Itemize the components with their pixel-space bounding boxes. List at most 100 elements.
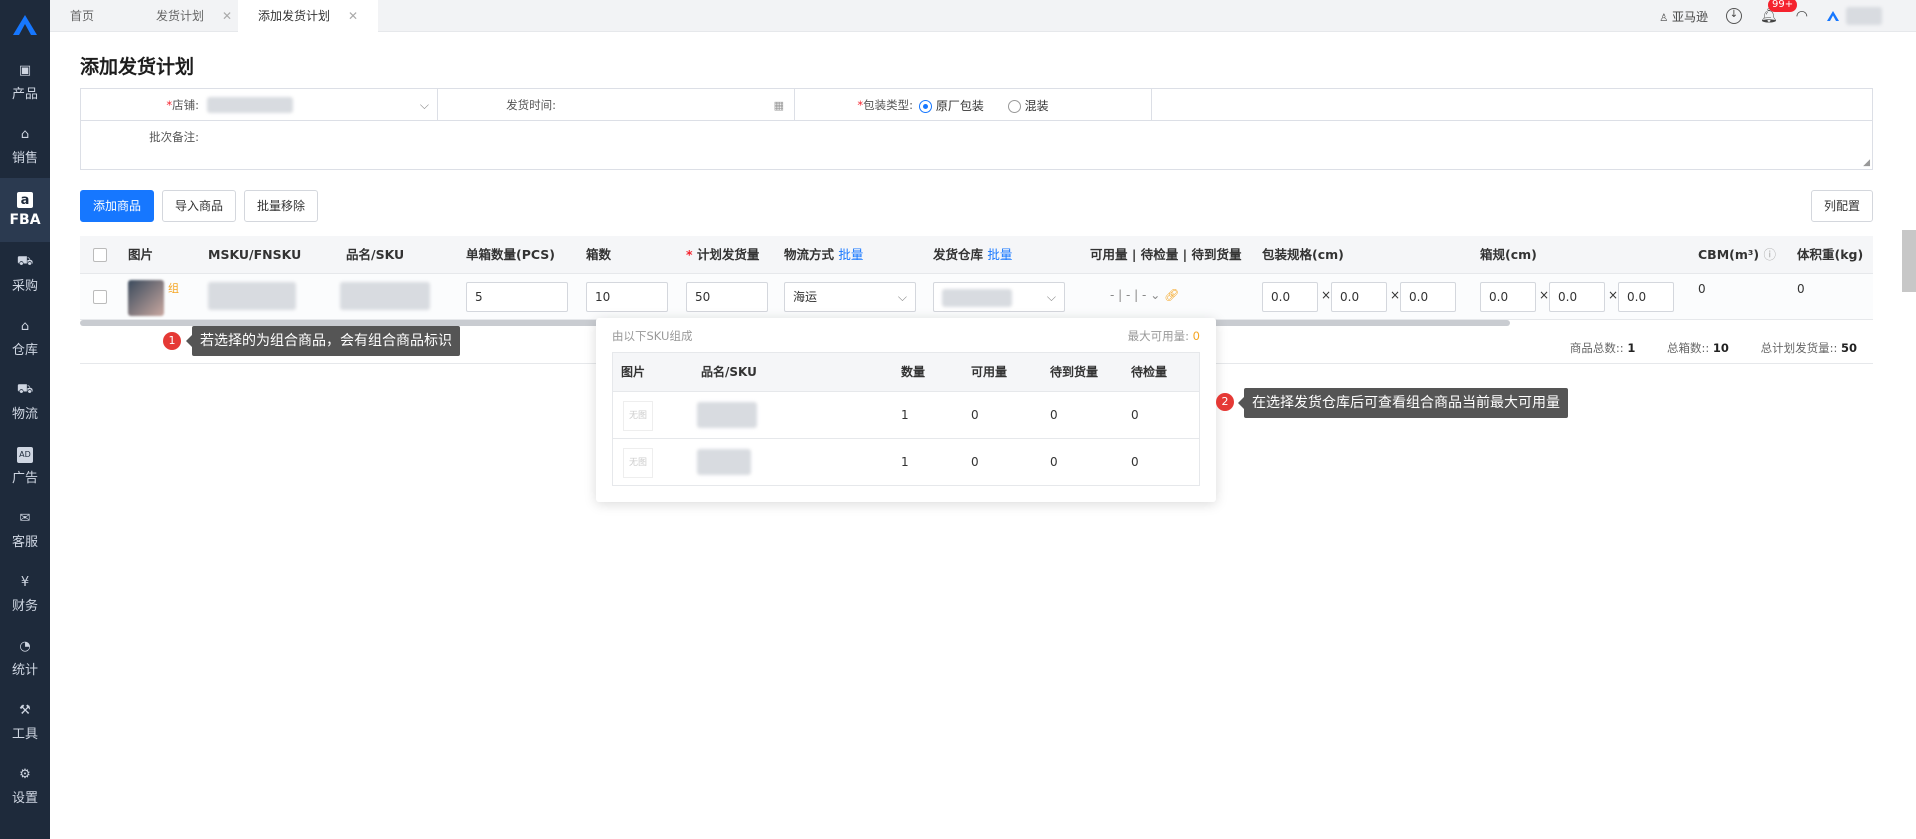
gear-icon: ⚙ <box>19 767 31 782</box>
batch-warehouse-link[interactable]: 批量 <box>987 247 1012 262</box>
pack-height-input[interactable]: 0.0 <box>1400 282 1456 312</box>
msku-redacted <box>208 282 296 310</box>
sidebar-item-amazon[interactable]: a FBA <box>0 178 50 242</box>
col-msku: MSKU/FNSKU <box>208 247 302 262</box>
bag-icon: ▣ <box>18 63 32 78</box>
col-pack-spec: 包装规格(cm) <box>1262 247 1344 262</box>
annotation-number: 2 <box>1216 393 1234 411</box>
sidebar-item-bag[interactable]: ▣ 产品 <box>0 50 50 114</box>
bell-icon[interactable]: 🔔︎ 99+ <box>1760 0 1798 24</box>
sidebar-item-pie-chart[interactable]: ◔ 统计 <box>0 626 50 690</box>
wrench-icon: ⚒ <box>19 703 31 718</box>
sidebar-item-label: 采购 <box>11 278 38 294</box>
box-height-input[interactable]: 0.0 <box>1618 282 1674 312</box>
per-box-input[interactable]: 5 <box>466 282 568 312</box>
pack-option-original[interactable]: 原厂包装 <box>919 97 984 114</box>
resize-handle-icon[interactable]: ◢ <box>1863 158 1870 168</box>
col-per-box: 单箱数量(PCS) <box>466 247 555 262</box>
warehouse-icon: ⌂ <box>20 319 30 334</box>
pack-length-input[interactable]: 0.0 <box>1262 282 1318 312</box>
sidebar-item-yen[interactable]: ¥ 财务 <box>0 562 50 626</box>
row-checkbox[interactable] <box>93 290 107 304</box>
sidebar-item-mail[interactable]: ✉ 客服 <box>0 498 50 562</box>
col-cbm: CBM(m³) ⓘ <box>1698 247 1776 262</box>
pack-width-input[interactable]: 0.0 <box>1331 282 1387 312</box>
column-config-button[interactable]: 列配置 <box>1810 190 1873 222</box>
sidebar-item-label: 设置 <box>11 790 38 806</box>
popover-header: 由以下SKU组成 最大可用量: 0 <box>612 328 1200 348</box>
chevron-down-icon: ⌵ <box>419 97 429 112</box>
radio-icon <box>1007 99 1021 113</box>
sidebar-item-wrench[interactable]: ⚒ 工具 <box>0 690 50 754</box>
sidebar-item-label: FBA <box>9 212 41 228</box>
sidebar-item-cart[interactable]: ⛟ 采购 <box>0 242 50 306</box>
product-image[interactable] <box>128 280 164 316</box>
col-incoming: 待到货量 <box>1050 365 1099 379</box>
sidebar-item-gear[interactable]: ⚙ 设置 <box>0 754 50 818</box>
col-plan-qty: * 计划发货量 <box>686 247 760 262</box>
col-image: 图片 <box>621 365 646 379</box>
warehouse-select[interactable]: ⌵ <box>933 282 1065 312</box>
col-availability: 可用量 | 待检量 | 待到货量 <box>1090 247 1242 262</box>
table-header: 图片 MSKU/FNSKU 品名/SKU 单箱数量(PCS) 箱数 * 计划发货… <box>80 236 1873 274</box>
import-product-button[interactable]: 导入商品 <box>162 190 237 222</box>
sidebar-item-label: 产品 <box>11 86 38 102</box>
box-length-input[interactable]: 0.0 <box>1480 282 1536 312</box>
tab-bar: 首页 发货计划 ✕ 添加发货计划 ✕ ♙ 亚马逊 ↓ 🔔︎ 99+ ◠ <box>50 0 1916 32</box>
shipping-select[interactable]: 海运 ⌵ <box>784 282 916 312</box>
sidebar-item-label: 销售 <box>11 150 38 166</box>
sidebar-item-label: 财务 <box>11 598 38 614</box>
sidebar: ▣ 产品 ⌂ 销售 a FBA ⛟ 采购 ⌂ 仓库 ⛟ 物流 AD 广告 ✉ 客服 ¥ 财务 ◔ 统计 ⚒ 工具 ⚙ 设置 <box>0 0 50 839</box>
box-width-input[interactable]: 0.0 <box>1549 282 1605 312</box>
ship-time-field[interactable]: 发货时间: ▦ <box>438 89 795 121</box>
col-inspect: 待检量 <box>1131 365 1168 379</box>
max-available: 最大可用量: 0 <box>1127 329 1200 343</box>
vertical-scrollbar[interactable] <box>1902 230 1916 292</box>
avatar[interactable] <box>1826 7 1882 25</box>
sidebar-item-store[interactable]: ⌂ 销售 <box>0 114 50 178</box>
app-logo[interactable] <box>0 0 50 50</box>
close-icon[interactable]: ✕ <box>222 9 232 23</box>
batch-remove-button[interactable]: 批量移除 <box>244 190 319 222</box>
help-icon[interactable]: ⓘ <box>1763 247 1776 262</box>
select-all-checkbox[interactable] <box>93 248 107 262</box>
tab-shipping-plan[interactable]: 发货计划 ✕ <box>136 0 252 32</box>
sidebar-item-truck[interactable]: ⛟ 物流 <box>0 370 50 434</box>
tab-home[interactable]: 首页 <box>50 0 114 32</box>
batch-shipping-link[interactable]: 批量 <box>838 247 863 262</box>
cart-icon: ⛟ <box>16 254 34 269</box>
shop-field[interactable]: *店铺: ⌵ <box>81 89 438 121</box>
download-icon[interactable]: ↓ <box>1726 8 1742 24</box>
combo-sku-popover: 由以下SKU组成 最大可用量: 0 图片 品名/SKU 数量 可用量 待到货量 … <box>596 318 1216 502</box>
sku-redacted <box>340 282 430 310</box>
sidebar-item-ad[interactable]: AD 广告 <box>0 434 50 498</box>
add-product-button[interactable]: 添加商品 <box>80 190 155 222</box>
plan-qty-input[interactable]: 50 <box>686 282 768 312</box>
note-field[interactable]: 批次备注: ◢ <box>81 121 1872 169</box>
tab-add-shipping-plan[interactable]: 添加发货计划 ✕ <box>238 0 379 32</box>
sku-redacted <box>697 402 757 428</box>
chevron-down-icon[interactable]: ⌄ <box>1150 288 1160 302</box>
qty-value: 1 <box>901 408 909 422</box>
top-right-tools: ♙ 亚马逊 ↓ 🔔︎ 99+ ◠ <box>1659 0 1882 32</box>
platform-label: 亚马逊 <box>1671 9 1708 24</box>
col-vol-weight: 体积重(kg) <box>1797 247 1864 262</box>
warehouse-redacted <box>942 288 1012 307</box>
col-image: 图片 <box>128 247 154 262</box>
times-icon: × <box>1608 288 1619 302</box>
sidebar-item-label: 广告 <box>11 470 38 486</box>
sidebar-item-label: 统计 <box>11 662 38 678</box>
link-icon[interactable]: 🔗︎ <box>1164 288 1179 302</box>
brand-icon <box>1827 11 1839 21</box>
headset-icon[interactable]: ◠ <box>1796 8 1808 24</box>
col-box-spec: 箱规(cm) <box>1480 247 1537 262</box>
sidebar-item-warehouse[interactable]: ⌂ 仓库 <box>0 306 50 370</box>
boxes-input[interactable]: 10 <box>586 282 668 312</box>
pack-option-label: 混装 <box>1024 98 1049 113</box>
popover-table-header: 图片 品名/SKU 数量 可用量 待到货量 待检量 <box>613 353 1199 391</box>
close-icon[interactable]: ✕ <box>348 9 358 23</box>
pack-type-label: *包装类型: <box>857 98 913 112</box>
platform-switch[interactable]: ♙ 亚马逊 <box>1659 8 1708 25</box>
pack-option-mixed[interactable]: 混装 <box>1007 97 1049 114</box>
annotation-tip-combo-mark: 若选择的为组合商品，会有组合商品标识 <box>186 326 460 356</box>
